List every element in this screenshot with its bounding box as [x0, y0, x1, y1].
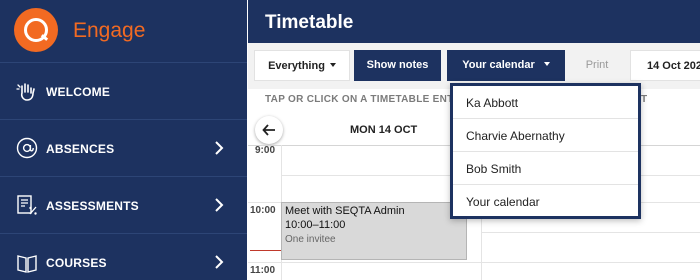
grid-hour-line — [248, 262, 700, 263]
sidebar-item-welcome[interactable]: WELCOME — [0, 63, 247, 119]
show-notes-button[interactable]: Show notes — [354, 50, 441, 81]
hint-text-tail: T — [641, 94, 648, 105]
time-label: 10:00 — [250, 205, 276, 216]
current-time-indicator — [250, 250, 282, 251]
sidebar-item-label: COURSES — [46, 256, 107, 270]
page-title: Timetable — [265, 12, 354, 33]
sidebar-item-label: WELCOME — [46, 85, 111, 99]
time-label: 11:00 — [250, 265, 276, 276]
hint-text: TAP OR CLICK ON A TIMETABLE ENTRY — [265, 94, 468, 105]
calendar-option[interactable]: Charvie Abernathy — [453, 119, 638, 152]
chevron-right-icon — [215, 141, 224, 155]
calendar-option[interactable]: Ka Abbott — [453, 86, 638, 119]
arrow-left-icon — [262, 124, 275, 136]
sidebar-item-label: ABSENCES — [46, 142, 115, 156]
book-icon — [17, 255, 37, 273]
time-label: 9:00 — [255, 145, 276, 156]
calendar-option[interactable]: Bob Smith — [453, 152, 638, 185]
previous-day-button[interactable] — [255, 116, 283, 144]
event-time: 10:00–11:00 — [285, 219, 346, 231]
sidebar-item-absences[interactable]: ABSENCES — [0, 120, 247, 176]
calendar-option[interactable]: Your calendar — [453, 185, 638, 218]
brand-name: Engage — [73, 19, 146, 42]
calendar-dropdown-menu: Ka Abbott Charvie Abernathy Bob Smith Yo… — [450, 83, 641, 219]
calendar-label: Your calendar — [462, 59, 535, 71]
print-button[interactable]: Print — [574, 50, 620, 81]
chevron-right-icon — [215, 255, 224, 269]
sidebar-item-courses[interactable]: COURSES — [0, 234, 247, 280]
sidebar-item-assessments[interactable]: ASSESSMENTS — [0, 177, 247, 233]
at-sign-icon — [16, 137, 38, 159]
timetable-hint: TAP OR CLICK ON A TIMETABLE ENTRY T — [265, 94, 647, 106]
assessment-percent-icon — [17, 195, 37, 215]
caret-down-icon — [329, 63, 336, 68]
calendar-option-label: Ka Abbott — [466, 96, 519, 110]
grid-half-hour-line — [481, 232, 700, 233]
page-header: Timetable — [248, 0, 700, 43]
day-heading: MON 14 OCT — [350, 124, 418, 136]
caret-down-icon — [543, 62, 550, 67]
filter-label: Everything — [268, 60, 325, 72]
event-title: Meet with SEQTA Admin — [285, 205, 405, 217]
calendar-option-label: Charvie Abernathy — [466, 129, 565, 143]
calendar-option-label: Your calendar — [466, 195, 540, 209]
your-calendar-dropdown-button[interactable]: Your calendar — [447, 50, 565, 81]
timetable-event[interactable]: Meet with SEQTA Admin 10:00–11:00 One in… — [281, 202, 467, 260]
date-picker-button[interactable]: 14 Oct 202 — [630, 50, 700, 81]
sidebar: Engage WELCOME ABSENCES ASSESSMENTS COUR… — [0, 0, 247, 280]
filter-dropdown-button[interactable]: Everything — [254, 50, 350, 81]
event-invitees: One invitee — [285, 234, 336, 245]
brand[interactable]: Engage — [0, 0, 247, 62]
hand-wave-icon — [16, 83, 35, 101]
calendar-option-label: Bob Smith — [466, 162, 522, 176]
sidebar-item-label: ASSESSMENTS — [46, 199, 139, 213]
chevron-right-icon — [215, 198, 224, 212]
engage-logo-icon — [14, 8, 58, 52]
